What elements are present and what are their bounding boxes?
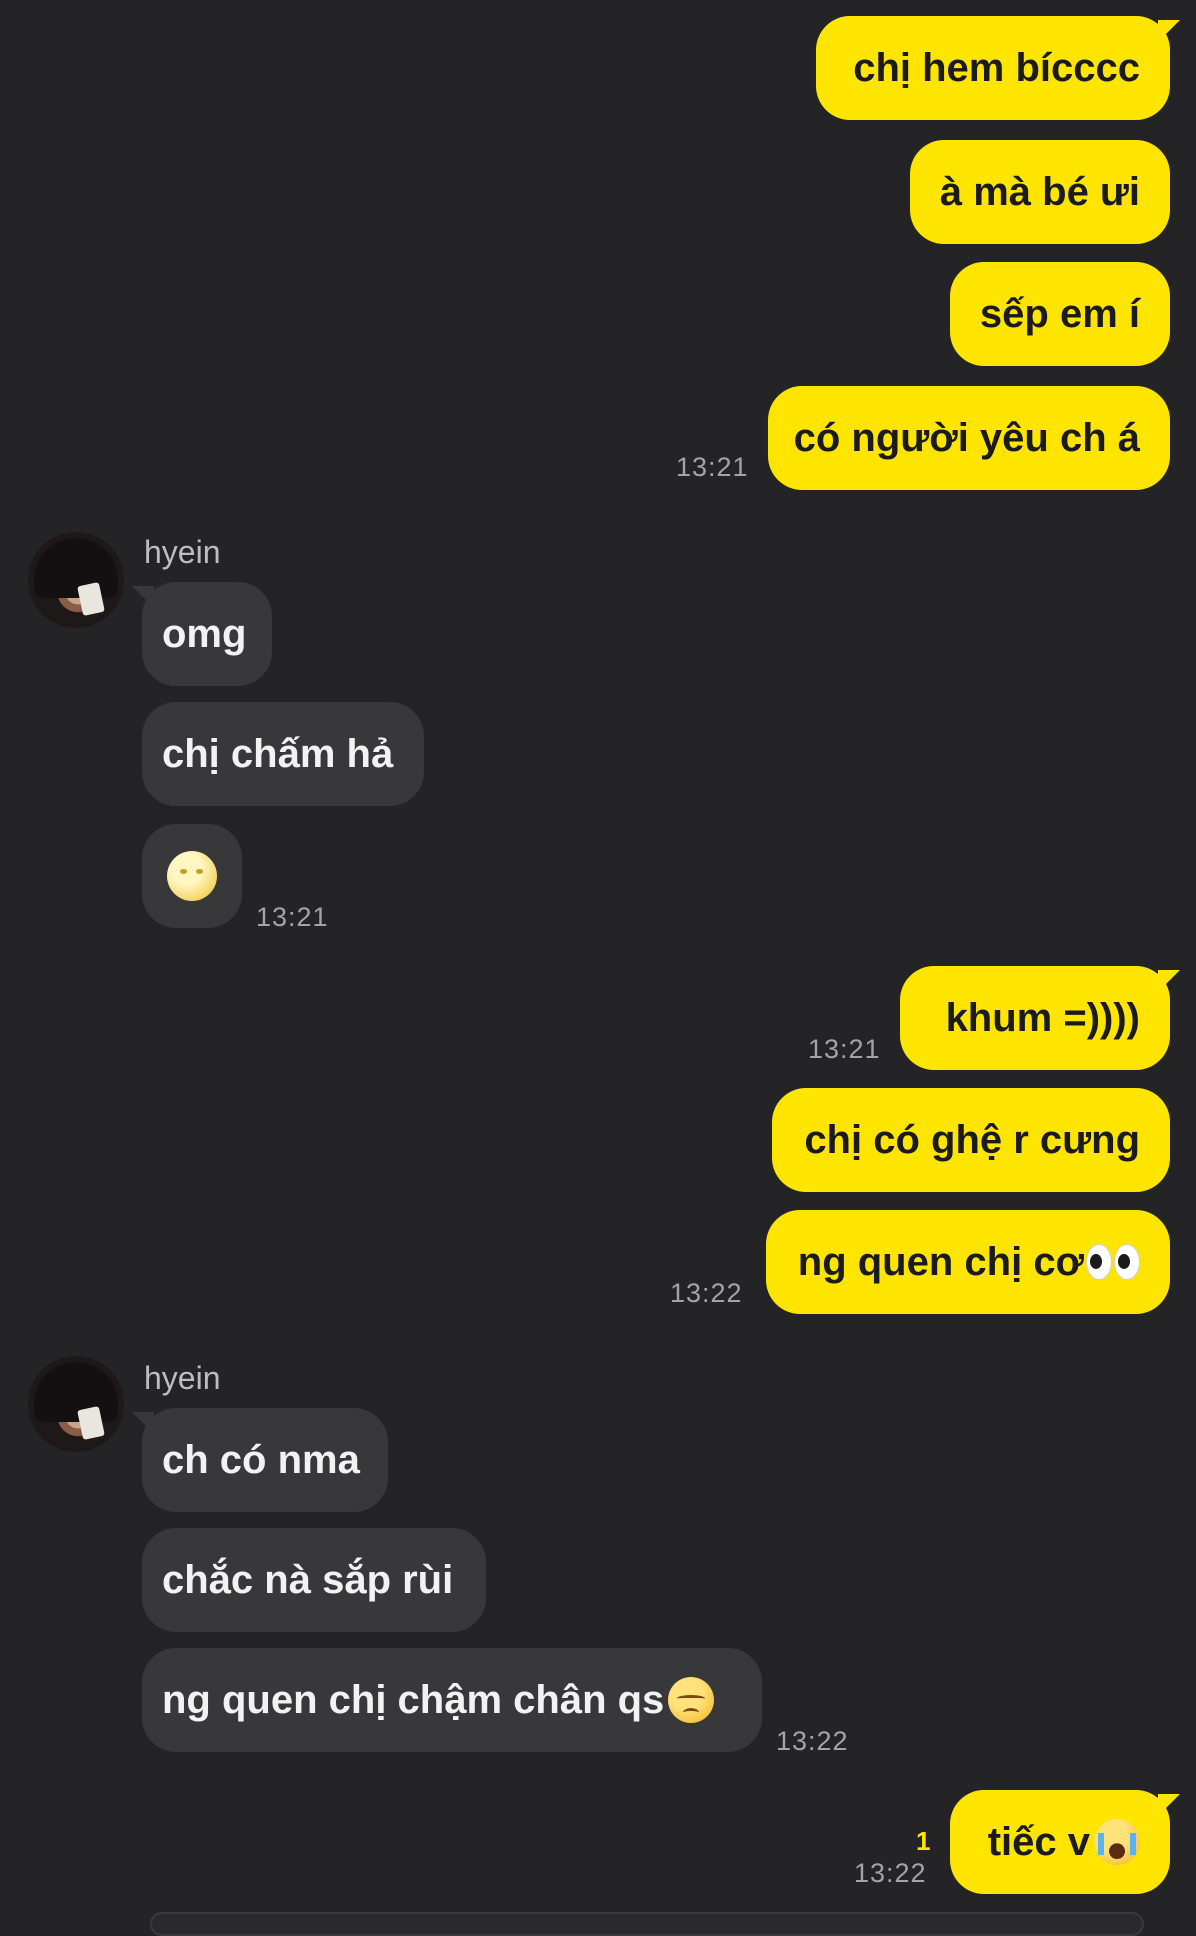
their-message-bubble[interactable]: omg	[142, 582, 272, 686]
message-text: ng quen chị cơ	[797, 1239, 1084, 1284]
message-timestamp: 13:21	[676, 452, 749, 482]
message-text: tiếc v	[987, 1819, 1090, 1864]
my-message-bubble[interactable]: à mà bé ưi	[910, 140, 1170, 244]
their-message-bubble[interactable]: chắc nà sắp rùi	[142, 1528, 486, 1632]
message-text: khum =))))	[945, 995, 1140, 1040]
bubble-tail	[1158, 20, 1180, 42]
message-text: chị chấm hả	[162, 731, 394, 776]
message-timestamp: 13:22	[854, 1858, 927, 1888]
their-message-bubble[interactable]: ch có nma	[142, 1408, 388, 1512]
contact-avatar[interactable]	[28, 1356, 124, 1452]
message-text: chị có ghệ r cưng	[804, 1117, 1140, 1162]
my-message-bubble[interactable]: tiếc v	[950, 1790, 1170, 1894]
my-message-bubble[interactable]: khum =))))	[900, 966, 1170, 1070]
bubble-tail	[1158, 1794, 1180, 1816]
message-timestamp: 13:21	[256, 902, 329, 932]
message-text: chắc nà sắp rùi	[162, 1557, 454, 1602]
message-text: có người yêu ch á	[793, 415, 1140, 460]
sender-name: hyein	[144, 1360, 221, 1396]
loudly-crying-face-icon	[1094, 1819, 1140, 1865]
their-message-bubble[interactable]: ng quen chị chậm chân qs	[142, 1648, 762, 1752]
bubble-tail	[1158, 970, 1180, 992]
eyes-icon	[1086, 1244, 1140, 1280]
message-text: à mà bé ưi	[939, 169, 1140, 214]
chat-view[interactable]: chị hem bícccc à mà bé ưi sếp em í 13:21…	[0, 0, 1196, 1936]
my-message-bubble[interactable]: sếp em í	[950, 262, 1170, 366]
message-input-edge[interactable]	[150, 1912, 1144, 1936]
their-message-bubble[interactable]	[142, 824, 242, 928]
my-message-bubble[interactable]: có người yêu ch á	[768, 386, 1170, 490]
message-timestamp: 13:22	[670, 1278, 743, 1308]
full-moon-face-icon	[167, 851, 217, 901]
message-text: omg	[162, 611, 247, 656]
their-message-bubble[interactable]: chị chấm hả	[142, 702, 424, 806]
bubble-tail	[132, 586, 154, 608]
unread-count: 1	[916, 1826, 931, 1856]
bubble-tail	[132, 1412, 154, 1434]
pensive-face-icon	[668, 1677, 715, 1723]
contact-avatar[interactable]	[28, 532, 124, 628]
message-text: ng quen chị chậm chân qs	[162, 1677, 665, 1722]
message-text: chị hem bícccc	[853, 45, 1140, 90]
my-message-bubble[interactable]: ng quen chị cơ	[766, 1210, 1170, 1314]
message-text: ch có nma	[162, 1437, 360, 1482]
my-message-bubble[interactable]: chị có ghệ r cưng	[772, 1088, 1170, 1192]
message-timestamp: 13:21	[808, 1034, 881, 1064]
sender-name: hyein	[144, 534, 221, 570]
message-timestamp: 13:22	[776, 1726, 849, 1756]
message-text: sếp em í	[979, 291, 1140, 336]
my-message-bubble[interactable]: chị hem bícccc	[816, 16, 1170, 120]
